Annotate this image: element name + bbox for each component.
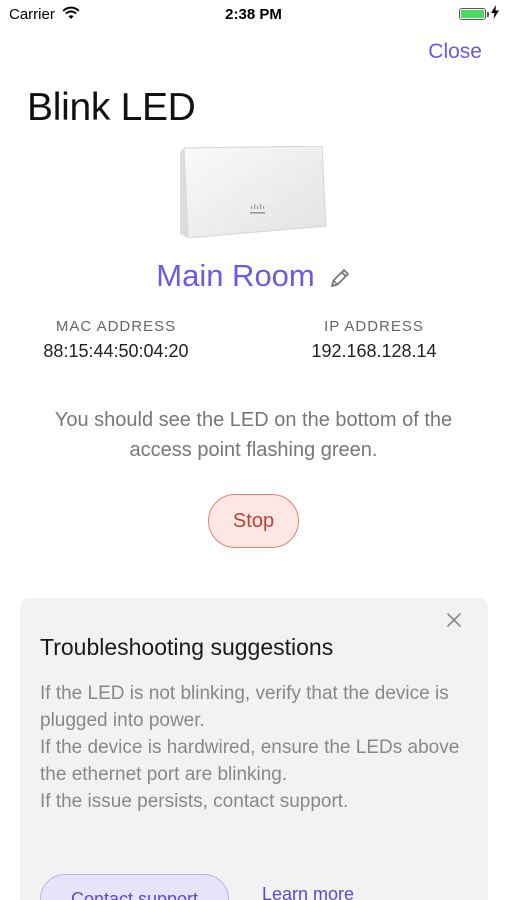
mac-address-label: MAC ADDRESS: [55, 318, 177, 335]
battery-icon: [459, 8, 489, 20]
ip-address-value: 192.168.128.14: [311, 341, 437, 361]
troubleshooting-line: If the device is hardwired, ensure the L…: [40, 737, 460, 785]
close-button[interactable]: Close: [428, 40, 482, 64]
battery-fill: [461, 10, 484, 18]
instructions-text: You should see the LED on the bottom of …: [54, 409, 453, 461]
status-bar: Carrier 2:38 PM: [0, 0, 507, 28]
troubleshooting-card: Troubleshooting suggestions If the LED i…: [20, 598, 488, 900]
device-name: Main Room: [156, 258, 315, 293]
charging-bolt-icon: [491, 5, 499, 24]
mac-address-block: MAC ADDRESS 88:15:44:50:04:20: [6, 318, 226, 362]
contact-support-button[interactable]: Contact support: [40, 874, 229, 900]
ip-address-label: IP ADDRESS: [324, 318, 424, 335]
troubleshooting-body: If the LED is not blinking, verify that …: [40, 680, 470, 815]
page-title: Blink LED: [27, 86, 196, 129]
pencil-icon[interactable]: [329, 267, 351, 289]
learn-more-link[interactable]: Learn more: [262, 884, 354, 900]
device-name-row: Main Room: [0, 258, 507, 294]
mac-address-value: 88:15:44:50:04:20: [43, 341, 189, 361]
troubleshooting-title: Troubleshooting suggestions: [40, 634, 334, 660]
ip-address-block: IP ADDRESS 192.168.128.14: [264, 318, 484, 362]
stop-button[interactable]: Stop: [208, 494, 299, 548]
troubleshooting-line: If the LED is not blinking, verify that …: [40, 683, 449, 731]
troubleshooting-line: If the issue persists, contact support.: [40, 791, 349, 812]
clock: 2:38 PM: [225, 6, 282, 23]
access-point-image: [180, 145, 327, 239]
battery-tip: [487, 12, 489, 17]
close-icon[interactable]: [446, 612, 462, 633]
